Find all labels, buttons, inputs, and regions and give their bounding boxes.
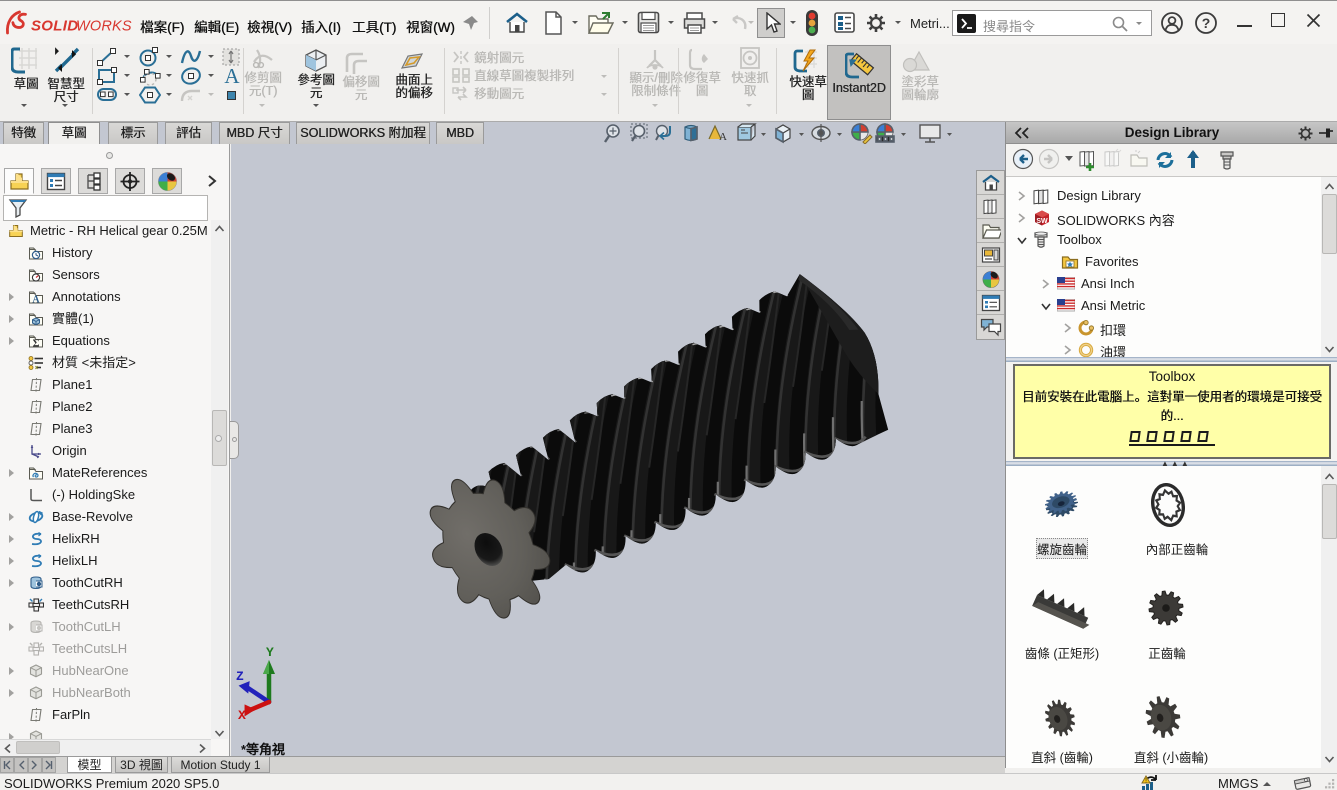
svg-text:!: ! [1145,778,1147,785]
svg-text:Z: Z [236,669,244,684]
svg-text:SOLID: SOLID [31,18,78,35]
svg-text:SW: SW [1036,218,1048,225]
svg-text:WORKS: WORKS [76,19,132,35]
svg-text:Y: Y [266,645,274,660]
svg-text:X: X [238,708,246,719]
svg-text:A: A [719,131,727,143]
svg-text:A: A [32,295,40,306]
svg-text:Σ: Σ [33,339,40,350]
svg-text:?: ? [1202,15,1211,31]
